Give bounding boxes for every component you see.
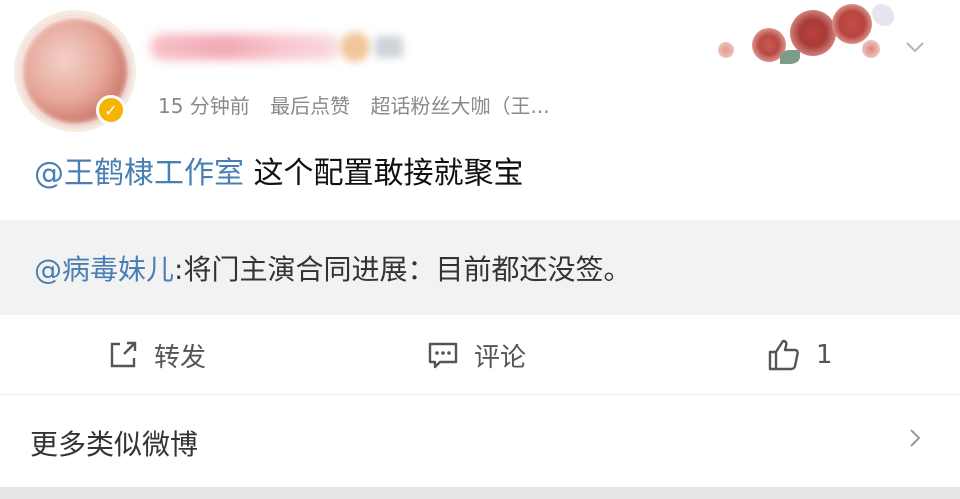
action-bar: 转发 评论 1 bbox=[0, 315, 960, 395]
like-count: 1 bbox=[816, 340, 833, 370]
comment-icon bbox=[428, 342, 458, 369]
post-meta: 15 分钟前 最后点赞 超话粉丝大咖（王... bbox=[158, 90, 564, 119]
post-time: 15 分钟前 bbox=[158, 94, 250, 118]
section-divider bbox=[0, 487, 960, 499]
share-icon bbox=[110, 341, 137, 368]
rose-decoration-icon bbox=[712, 0, 907, 70]
repost-content: @病毒妹儿:将门主演合同进展：目前都还没签。 bbox=[34, 248, 631, 288]
comment-label: 评论 bbox=[474, 342, 527, 373]
thumbs-up-icon bbox=[768, 339, 799, 371]
repost-text: :将门主演合同进展：目前都还没签。 bbox=[174, 253, 632, 286]
last-action: 最后点赞 bbox=[270, 94, 351, 118]
username-blurred[interactable] bbox=[150, 28, 410, 68]
forward-label: 转发 bbox=[154, 342, 207, 373]
nickname-blur bbox=[150, 34, 340, 60]
more-similar-row[interactable]: 更多类似微博 bbox=[0, 395, 960, 487]
chevron-right-icon bbox=[910, 429, 921, 447]
post-header: ✓ 15 分钟前 最后点赞 超话粉丝大咖（王... bbox=[0, 0, 960, 132]
comment-button[interactable]: 评论 bbox=[426, 335, 526, 375]
post-mention-link[interactable]: @王鹤棣工作室 bbox=[34, 156, 244, 191]
repost-card[interactable]: @病毒妹儿:将门主演合同进展：目前都还没签。 bbox=[0, 220, 960, 315]
like-button[interactable]: 1 bbox=[766, 335, 833, 375]
more-similar-label: 更多类似微博 bbox=[30, 428, 199, 461]
forward-button[interactable]: 转发 bbox=[106, 335, 206, 375]
topic-source[interactable]: 超话粉丝大咖（王... bbox=[371, 94, 550, 118]
level-badge-icon bbox=[375, 36, 403, 58]
fan-badge-icon bbox=[340, 32, 370, 62]
post-text: 这个配置敢接就聚宝 bbox=[244, 156, 524, 191]
chevron-down-icon[interactable] bbox=[904, 36, 926, 58]
post-content: @王鹤棣工作室 这个配置敢接就聚宝 bbox=[34, 148, 524, 192]
verified-badge-icon: ✓ bbox=[96, 95, 126, 125]
repost-mention-link[interactable]: @病毒妹儿 bbox=[34, 253, 174, 286]
